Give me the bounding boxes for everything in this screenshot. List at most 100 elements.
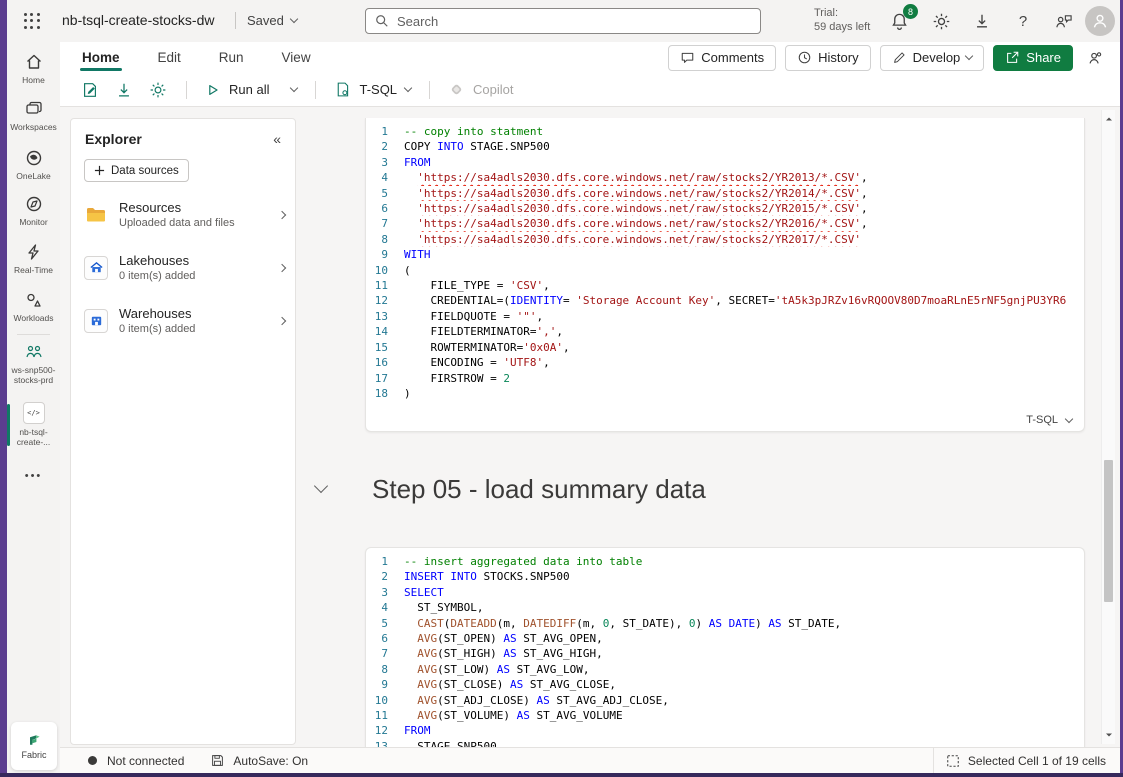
notebook-scrollbar[interactable]	[1101, 110, 1115, 744]
collapse-explorer-icon[interactable]: «	[273, 131, 281, 147]
sidebar-item-workspace[interactable]: ws-snp500-stocks-prd	[7, 342, 60, 385]
line-number: 8	[366, 662, 404, 677]
play-icon	[205, 82, 221, 98]
scrollbar-thumb[interactable]	[1104, 460, 1113, 602]
line-number: 8	[366, 232, 404, 247]
code-cell-1[interactable]: 1-- copy into statment2COPY INTO STAGE.S…	[365, 118, 1085, 432]
line-number: 2	[366, 569, 404, 584]
explorer-item-resources[interactable]: Resources Uploaded data and files	[71, 188, 295, 241]
sidebar-item-workspaces[interactable]: Workspaces	[7, 99, 60, 132]
comments-button[interactable]: Comments	[668, 45, 776, 71]
app-launcher-icon[interactable]	[22, 11, 42, 31]
download-icon	[973, 12, 991, 30]
workspaces-icon	[24, 99, 44, 119]
code-line: 2COPY INTO STAGE.SNP500	[366, 139, 1084, 154]
tab-run[interactable]: Run	[217, 44, 246, 71]
history-label: History	[818, 50, 858, 65]
explorer-item-warehouses[interactable]: Warehouses 0 item(s) added	[71, 294, 295, 347]
run-all-label: Run all	[229, 82, 269, 97]
search-box[interactable]: Search	[365, 8, 761, 34]
code-line: 1-- copy into statment	[366, 124, 1084, 139]
copilot-icon	[448, 81, 465, 98]
code-line: 8 AVG(ST_LOW) AS ST_AVG_LOW,	[366, 662, 1084, 677]
code-line: 11 AVG(ST_VOLUME) AS ST_AVG_VOLUME	[366, 708, 1084, 723]
language-selector[interactable]: T-SQL	[334, 81, 411, 98]
line-number: 7	[366, 216, 404, 231]
tab-home[interactable]: Home	[80, 44, 122, 71]
window-edge-bottom	[0, 773, 1123, 777]
line-number: 3	[366, 585, 404, 600]
chevron-right-icon	[278, 210, 286, 218]
copilot-label: Copilot	[473, 82, 513, 97]
sidebar-item-monitor[interactable]: Monitor	[7, 194, 60, 227]
fabric-experience-switcher[interactable]: Fabric	[11, 722, 57, 770]
sidebar-item-workloads[interactable]: Workloads	[7, 290, 60, 323]
line-number: 1	[366, 124, 404, 139]
help-button[interactable]: ?	[1010, 8, 1036, 34]
clock-icon	[797, 50, 812, 65]
explorer-item-lakehouses[interactable]: Lakehouses 0 item(s) added	[71, 241, 295, 294]
toolbar-divider	[429, 81, 430, 99]
toolbar-divider	[315, 81, 316, 99]
code-line: 5 'https://sa4adls2030.dfs.core.windows.…	[366, 186, 1084, 201]
settings-button[interactable]	[928, 8, 954, 34]
section-heading: Step 05 - load summary data	[372, 474, 706, 505]
workloads-icon	[24, 290, 44, 310]
develop-label: Develop	[913, 50, 961, 65]
develop-button[interactable]: Develop	[880, 45, 985, 71]
scroll-down-arrow[interactable]	[1104, 730, 1114, 740]
connection-status-icon	[88, 756, 97, 765]
run-options-chevron[interactable]	[290, 84, 298, 92]
sidebar-item-realtime[interactable]: Real-Time	[7, 242, 60, 275]
search-placeholder: Search	[397, 14, 438, 29]
install-button[interactable]	[969, 8, 995, 34]
code-line: 3SELECT	[366, 585, 1084, 600]
sidebar-item-more[interactable]: •••	[7, 470, 60, 482]
cell-selection-status: Selected Cell 1 of 19 cells	[933, 748, 1120, 773]
account-avatar[interactable]	[1085, 6, 1115, 36]
session-settings-button[interactable]	[148, 80, 168, 100]
save-state-label: Saved	[247, 13, 284, 28]
copilot-button[interactable]: Copilot	[448, 81, 513, 98]
sidebar-item-home[interactable]: Home	[7, 52, 60, 85]
code-cell-2[interactable]: 1-- insert aggregated data into table2IN…	[365, 547, 1085, 747]
save-state-dropdown[interactable]: Saved	[247, 13, 297, 28]
line-number: 16	[366, 355, 404, 370]
tab-edit[interactable]: Edit	[156, 44, 183, 71]
code-editor[interactable]: 1-- copy into statment2COPY INTO STAGE.S…	[366, 118, 1084, 401]
scroll-up-arrow[interactable]	[1104, 114, 1114, 124]
feedback-button[interactable]	[1050, 8, 1076, 34]
save-as-button[interactable]	[80, 80, 100, 100]
code-line: 8 'https://sa4adls2030.dfs.core.windows.…	[366, 232, 1084, 247]
code-line: 14 FIELDTERMINATOR=',',	[366, 324, 1084, 339]
tab-view[interactable]: View	[280, 44, 313, 71]
connection-status[interactable]: Not connected	[107, 754, 184, 768]
export-button[interactable]	[114, 80, 134, 100]
history-button[interactable]: History	[785, 45, 870, 71]
markdown-cell[interactable]: Step 05 - load summary data	[310, 462, 1090, 516]
line-number: 10	[366, 263, 404, 278]
sidebar-item-notebook-selected[interactable]: </> nb-tsql-create-...	[7, 402, 60, 447]
chevron-down-icon	[965, 52, 973, 60]
collapse-section-chevron[interactable]	[314, 479, 328, 493]
notebook-title[interactable]: nb-tsql-create-stocks-dw	[62, 12, 215, 28]
rail-divider	[17, 334, 50, 335]
add-data-sources-button[interactable]: Data sources	[84, 159, 189, 182]
code-editor[interactable]: 1-- insert aggregated data into table2IN…	[366, 548, 1084, 747]
lakehouse-icon	[84, 256, 108, 280]
autosave-toggle[interactable]: AutoSave: On	[210, 753, 308, 768]
fabric-logo-icon	[26, 732, 42, 748]
run-all-button[interactable]: Run all	[205, 82, 269, 98]
notifications-button[interactable]: 8	[886, 8, 912, 34]
cell-language-selector[interactable]: T-SQL	[1026, 414, 1072, 426]
chevron-right-icon	[278, 263, 286, 271]
code-line: 4 'https://sa4adls2030.dfs.core.windows.…	[366, 170, 1084, 185]
code-line: 9WITH	[366, 247, 1084, 262]
sidebar-item-onelake[interactable]: OneLake	[7, 148, 60, 181]
home-icon	[24, 52, 44, 72]
code-line: 5 CAST(DATEADD(m, DATEDIFF(m, 0, ST_DATE…	[366, 616, 1084, 631]
presence-button[interactable]	[1082, 45, 1108, 71]
chevron-down-icon	[290, 15, 298, 23]
share-button[interactable]: Share	[993, 45, 1073, 71]
cell-language-label: T-SQL	[1026, 414, 1058, 426]
